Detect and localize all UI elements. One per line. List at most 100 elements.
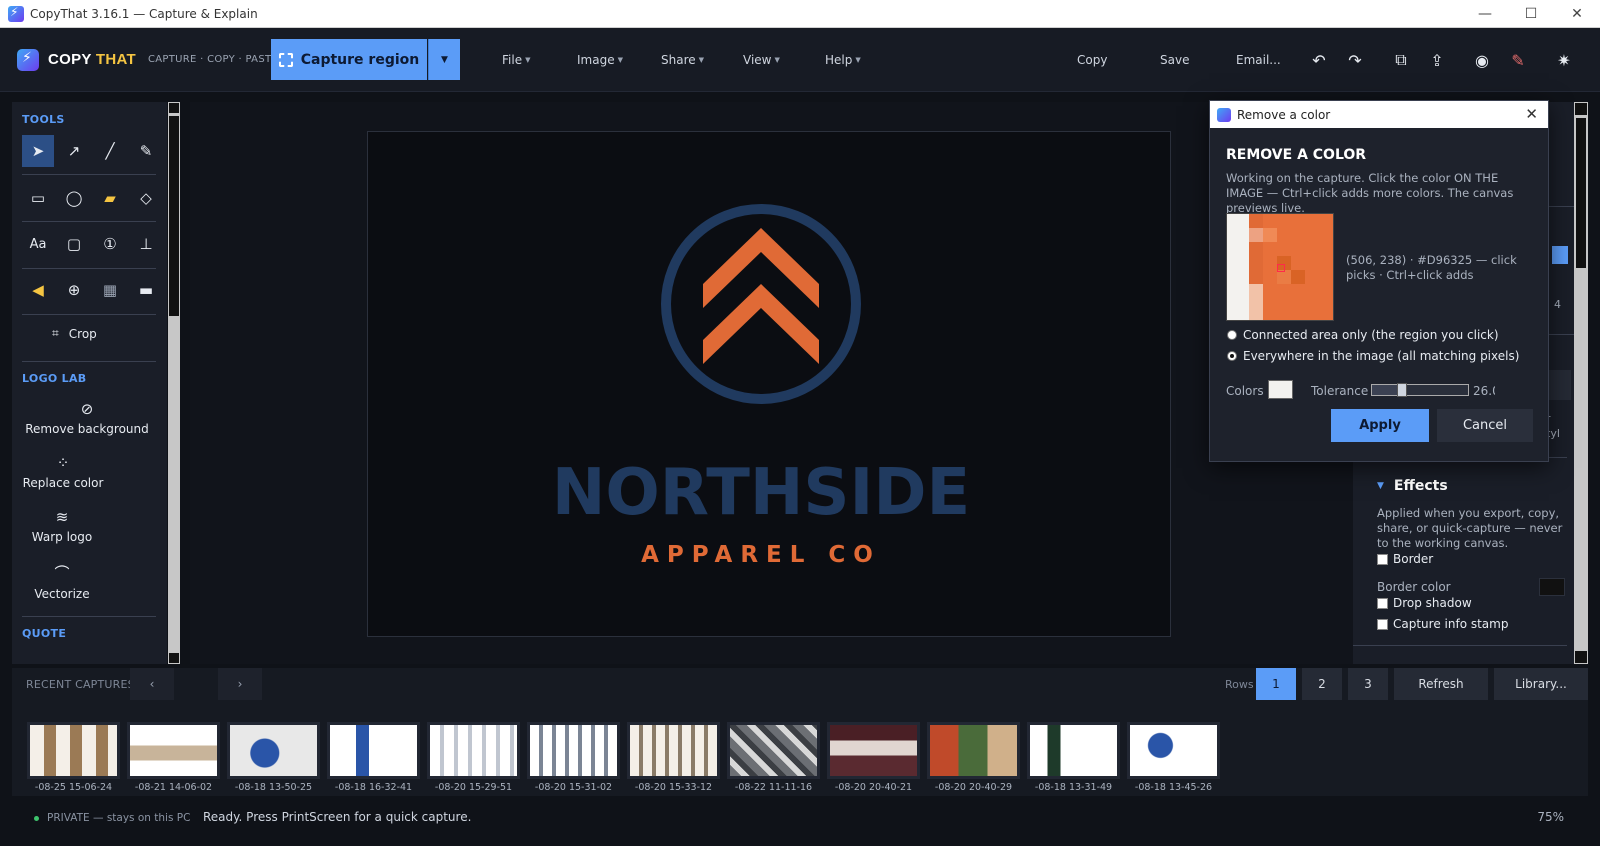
dialog-title-bar: Remove a color ✕ (1210, 101, 1548, 128)
main-toolbar: COPY THAT CAPTURE · COPY · PASTE Capture… (0, 28, 1600, 92)
properties-scrollbar[interactable] (1574, 102, 1588, 664)
tolerance-slider[interactable] (1371, 383, 1469, 397)
apply-button[interactable]: Apply (1331, 409, 1429, 442)
northside-logo-graphic: NORTHSIDE APPAREL CO (552, 204, 970, 568)
thumbnail-caption: -08-20 15-31-02 (534, 782, 613, 793)
stamp-tool-icon[interactable]: ⊥ (130, 228, 162, 260)
capture-region-icon (278, 52, 293, 67)
mic-muted-icon[interactable]: ✎ (1506, 48, 1530, 72)
tools-panel: TOOLS ➤ ↗ ╱ ✎ ▭ ◯ ▰ ◇ Aa ▢ ① ⊥ ◀ ⊕ ▦ ▬ ⌗… (12, 102, 167, 664)
colors-label: Colors (1226, 384, 1264, 398)
crop-tool[interactable]: ⌗ Crop (52, 326, 97, 341)
rows-3-button[interactable]: 3 (1348, 668, 1388, 700)
brand-logo-icon (17, 48, 39, 71)
capture-region-button[interactable]: Capture region (271, 39, 427, 80)
callout-tool-icon[interactable]: ▢ (58, 228, 90, 260)
capture-thumbnail[interactable] (227, 722, 320, 779)
arrow-tool-icon[interactable]: ↗ (58, 135, 90, 167)
undo-icon[interactable]: ↶ (1307, 48, 1331, 72)
capture-thumbnail[interactable] (827, 722, 920, 779)
copy-button[interactable]: Copy (1077, 28, 1107, 92)
recent-next-button[interactable]: › (218, 668, 262, 700)
menu-help[interactable]: Help ▼ (825, 28, 861, 92)
capture-thumbnail[interactable] (327, 722, 420, 779)
capture-thumbnail[interactable] (727, 722, 820, 779)
vectorize-button[interactable]: ⌒ Vectorize (12, 562, 137, 601)
cancel-button[interactable]: Cancel (1437, 409, 1533, 442)
magnifier-tool-icon[interactable]: ⊕ (58, 274, 90, 306)
thumbnail-caption: -08-20 20-40-29 (934, 782, 1013, 793)
effects-section-header[interactable]: ▼ Effects (1377, 478, 1448, 494)
select-tool-icon[interactable]: ➤ (22, 135, 54, 167)
text-tool-icon[interactable]: Aa (22, 228, 54, 260)
selected-colors-swatch[interactable] (1268, 380, 1293, 399)
rows-2-button[interactable]: 2 (1302, 668, 1342, 700)
capture-thumbnail[interactable] (927, 722, 1020, 779)
dialog-close-icon[interactable]: ✕ (1525, 105, 1538, 123)
menu-share[interactable]: Share ▼ (661, 28, 704, 92)
refresh-button[interactable]: Refresh (1394, 668, 1488, 700)
app-window: CopyThat 3.16.1 — Capture & Explain — ☐ … (0, 0, 1600, 846)
thumbnail-image (30, 725, 117, 776)
settings-gear-icon[interactable]: ✷ (1552, 48, 1576, 72)
menu-image[interactable]: Image ▼ (577, 28, 623, 92)
border-checkbox[interactable]: Border (1377, 552, 1433, 566)
upload-icon[interactable]: ⇪ (1425, 48, 1449, 72)
spotlight-tool-icon[interactable]: ◀ (22, 274, 54, 306)
border-color-swatch[interactable] (1539, 578, 1565, 596)
remove-background-icon: ⊘ (80, 400, 94, 418)
replace-color-button[interactable]: ⁘ Replace color (12, 454, 138, 490)
effects-description: Applied when you export, copy, share, or… (1377, 506, 1563, 550)
capture-thumbnail[interactable] (127, 722, 220, 779)
radio-everywhere[interactable]: Everywhere in the image (all matching pi… (1227, 349, 1519, 363)
canvas-area[interactable]: NORTHSIDE APPAREL CO (190, 102, 1353, 664)
redo-icon[interactable]: ↷ (1343, 48, 1367, 72)
eraser-tool-icon[interactable]: ◇ (130, 182, 162, 214)
ellipse-tool-icon[interactable]: ◯ (58, 182, 90, 214)
recent-captures-label: RECENT CAPTURES (26, 678, 135, 691)
drop-shadow-checkbox[interactable]: Drop shadow (1377, 596, 1472, 610)
capture-thumbnail[interactable] (527, 722, 620, 779)
capture-image[interactable]: NORTHSIDE APPAREL CO (367, 131, 1171, 637)
capture-thumbnail[interactable] (1127, 722, 1220, 779)
capture-thumbnail[interactable] (27, 722, 120, 779)
pixelate-tool-icon[interactable]: ▦ (94, 274, 126, 306)
thumbnail-caption: -08-20 15-33-12 (634, 782, 713, 793)
tolerance-slider-handle[interactable] (1397, 383, 1407, 397)
zoom-level[interactable]: 75% (1537, 810, 1564, 824)
dialog-app-icon (1217, 107, 1231, 122)
minimize-button[interactable]: — (1462, 0, 1508, 28)
menu-view[interactable]: View ▼ (743, 28, 780, 92)
warp-logo-icon: ≋ (55, 508, 69, 526)
thumbnail-image (330, 725, 417, 776)
capture-thumbnail[interactable] (427, 722, 520, 779)
recent-prev-button[interactable]: ‹ (130, 668, 174, 700)
rows-1-button[interactable]: 1 (1256, 668, 1296, 700)
maximize-button[interactable]: ☐ (1508, 0, 1554, 28)
partial-toggle[interactable] (1552, 246, 1568, 264)
remove-background-button[interactable]: ⊘ Remove background (12, 400, 162, 436)
menu-file[interactable]: File ▼ (502, 28, 530, 92)
capture-info-stamp-checkbox[interactable]: Capture info stamp (1377, 617, 1508, 631)
close-window-button[interactable]: ✕ (1554, 0, 1600, 28)
capture-thumbnail[interactable] (627, 722, 720, 779)
color-zoom-preview (1226, 213, 1334, 321)
rectangle-tool-icon[interactable]: ▭ (22, 182, 54, 214)
email-button[interactable]: Email... (1236, 28, 1281, 92)
redact-bar-tool-icon[interactable]: ▬ (130, 274, 162, 306)
tools-scrollbar[interactable] (168, 102, 180, 664)
tools-section-title: TOOLS (22, 113, 65, 126)
warp-logo-button[interactable]: ≋ Warp logo (12, 508, 137, 544)
capture-dropdown-button[interactable]: ▼ (428, 39, 460, 80)
save-button[interactable]: Save (1160, 28, 1189, 92)
step-number-tool-icon[interactable]: ① (94, 228, 126, 260)
radio-connected-area[interactable]: Connected area only (the region you clic… (1227, 328, 1499, 342)
highlighter-tool-icon[interactable]: ▰ (94, 182, 126, 214)
duplicate-icon[interactable]: ⧉ (1389, 48, 1413, 72)
pen-tool-icon[interactable]: ✎ (130, 135, 162, 167)
capture-thumbnail[interactable] (1027, 722, 1120, 779)
line-tool-icon[interactable]: ╱ (94, 135, 126, 167)
brand-tagline: CAPTURE · COPY · PASTE (148, 54, 278, 65)
record-icon[interactable]: ◉ (1470, 48, 1494, 72)
library-button[interactable]: Library... (1494, 668, 1588, 700)
